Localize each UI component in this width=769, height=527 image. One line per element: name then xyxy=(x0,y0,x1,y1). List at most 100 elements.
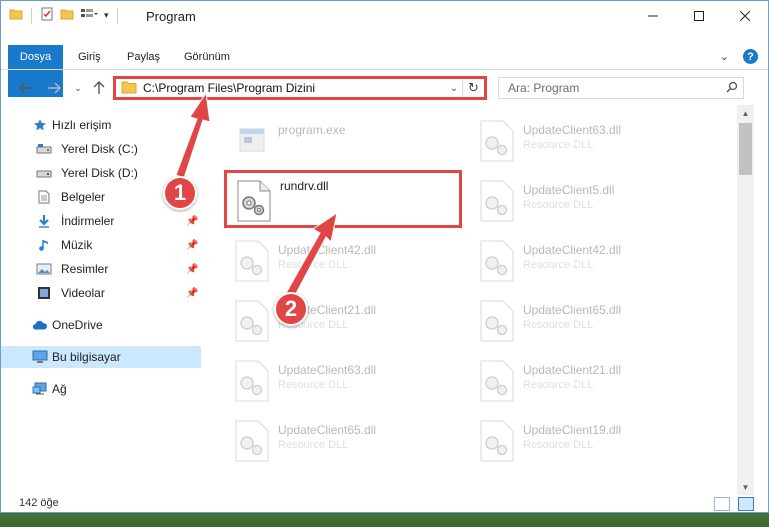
sidebar-item-local-disk-c[interactable]: Yerel Disk (C:) xyxy=(1,138,201,160)
file-description: Resource DLL xyxy=(523,139,594,151)
sidebar-item-label: Videolar xyxy=(61,286,105,300)
sidebar-item-label: Müzik xyxy=(61,238,93,252)
file-item[interactable]: UpdateClient65.dll Resource DLL xyxy=(471,293,701,345)
sidebar-item-label: Bu bilgisayar xyxy=(52,350,121,364)
toolbar-divider xyxy=(31,7,32,24)
sidebar-item-label: Yerel Disk (D:) xyxy=(61,166,138,180)
vertical-scrollbar[interactable]: ▲ ▼ xyxy=(737,105,754,495)
file-item[interactable]: UpdateClient63.dll Resource DLL xyxy=(471,113,701,165)
title-bar: ▾ Program xyxy=(1,1,768,31)
dll-gear-icon xyxy=(232,419,272,463)
sidebar-item-label: Resimler xyxy=(61,262,109,276)
view-options-icon[interactable] xyxy=(80,7,98,24)
forward-arrow-icon[interactable] xyxy=(43,77,65,99)
close-button[interactable] xyxy=(722,1,768,31)
dll-gear-icon xyxy=(477,119,517,163)
sidebar-item-label: Ağ xyxy=(52,382,67,396)
tab-view[interactable]: Görünüm xyxy=(178,45,236,69)
cloud-icon xyxy=(32,317,48,333)
dll-gear-icon xyxy=(232,299,272,343)
dll-gear-icon xyxy=(232,239,272,283)
sidebar-item-videos[interactable]: Videolar 📌 xyxy=(1,282,201,304)
ribbon-tabs: Dosya Giriş Paylaş Görünüm ⌄ ? xyxy=(1,45,768,97)
download-icon xyxy=(36,213,52,229)
step-1-badge: 1 xyxy=(163,176,197,210)
search-placeholder: Ara: Program xyxy=(508,81,580,95)
sidebar-item-onedrive[interactable]: OneDrive xyxy=(1,314,201,336)
pin-icon[interactable]: 📌 xyxy=(186,264,198,275)
file-item[interactable]: UpdateClient21.dll Resource DLL xyxy=(471,353,701,405)
file-item[interactable]: UpdateClient42.dll Resource DLL xyxy=(471,233,701,285)
pin-icon[interactable]: 📌 xyxy=(186,288,198,299)
file-item[interactable]: UpdateClient5.dll Resource DLL xyxy=(471,173,701,225)
details-view-icon[interactable] xyxy=(714,497,730,511)
file-item[interactable]: program.exe xyxy=(226,113,456,165)
scroll-thumb[interactable] xyxy=(739,123,752,175)
search-box[interactable]: Ara: Program xyxy=(498,77,744,99)
file-item[interactable]: UpdateClient63.dll Resource DLL xyxy=(226,353,456,405)
sidebar-item-this-pc[interactable]: Bu bilgisayar xyxy=(1,346,201,368)
sidebar-item-label: İndirmeler xyxy=(61,214,115,228)
new-folder-icon[interactable] xyxy=(60,7,74,24)
file-name: UpdateClient21.dll xyxy=(523,363,622,377)
ribbon-right-controls: ⌄ ? xyxy=(720,49,758,64)
address-dropdown-icon[interactable]: ⌄ xyxy=(446,83,462,94)
back-arrow-icon[interactable] xyxy=(15,77,37,99)
minimize-button[interactable] xyxy=(630,1,676,31)
tab-share[interactable]: Paylaş xyxy=(121,45,166,69)
tab-home[interactable]: Giriş xyxy=(72,45,107,69)
window-controls xyxy=(630,1,768,31)
view-toggle xyxy=(714,497,754,511)
window-title: Program xyxy=(146,9,196,24)
pin-icon[interactable]: 📌 xyxy=(186,240,198,251)
explorer-window: ▾ Program Dosya Giriş Paylaş Görünüm ⌄ ? xyxy=(0,0,769,513)
file-item[interactable]: UpdateClient65.dll Resource DLL xyxy=(226,413,456,465)
address-bar[interactable]: C:\Program Files\Program Dizini ⌄ ↻ xyxy=(113,76,487,100)
file-description: Resource DLL xyxy=(523,199,594,211)
file-description: Resource DLL xyxy=(523,379,594,391)
search-icon[interactable] xyxy=(721,81,743,96)
sidebar-item-downloads[interactable]: İndirmeler 📌 xyxy=(1,210,201,232)
file-name: UpdateClient65.dll xyxy=(523,303,622,317)
pin-icon[interactable]: 📌 xyxy=(186,216,198,227)
file-item[interactable]: UpdateClient42.dll Resource DLL xyxy=(226,233,456,285)
network-icon xyxy=(32,381,48,397)
help-icon[interactable]: ? xyxy=(743,49,758,64)
sidebar-item-music[interactable]: Müzik 📌 xyxy=(1,234,201,256)
maximize-button[interactable] xyxy=(676,1,722,31)
sidebar-item-label: OneDrive xyxy=(52,318,103,332)
dll-gear-icon xyxy=(232,359,272,403)
file-description: Resource DLL xyxy=(278,439,349,451)
file-item[interactable]: UpdateClient21.dll Resource DLL xyxy=(226,293,456,345)
large-icons-view-icon[interactable] xyxy=(738,497,754,511)
file-name: UpdateClient63.dll xyxy=(278,363,377,377)
refresh-icon[interactable]: ↻ xyxy=(462,79,484,97)
recent-locations-icon[interactable]: ⌄ xyxy=(67,77,89,99)
file-name: UpdateClient42.dll xyxy=(278,243,377,257)
sidebar-item-quick-access[interactable]: Hızlı erişim xyxy=(1,114,201,136)
sidebar-item-network[interactable]: Ağ xyxy=(1,378,201,400)
properties-icon[interactable] xyxy=(40,7,54,24)
dll-gear-icon xyxy=(477,299,517,343)
item-count: 142 öğe xyxy=(19,497,59,509)
navigation-pane: Hızlı erişim Yerel Disk (C:) Yerel Disk … xyxy=(1,109,206,495)
drive-icon xyxy=(36,141,52,157)
dll-gear-icon xyxy=(477,359,517,403)
customize-toolbar-icon[interactable]: ▾ xyxy=(104,10,109,21)
folder-icon[interactable] xyxy=(9,7,23,24)
dll-gear-icon xyxy=(477,239,517,283)
file-description: Resource DLL xyxy=(523,319,594,331)
computer-icon xyxy=(32,349,48,365)
file-name: UpdateClient63.dll xyxy=(523,123,622,137)
scroll-up-icon[interactable]: ▲ xyxy=(737,105,754,121)
scroll-down-icon[interactable]: ▼ xyxy=(737,479,754,495)
up-arrow-icon[interactable] xyxy=(88,77,110,99)
folder-icon xyxy=(121,80,137,97)
file-name: UpdateClient65.dll xyxy=(278,423,377,437)
toolbar-divider xyxy=(116,7,118,24)
file-item[interactable]: UpdateClient19.dll Resource DLL xyxy=(471,413,701,465)
address-path: C:\Program Files\Program Dizini xyxy=(143,81,316,95)
sidebar-item-pictures[interactable]: Resimler 📌 xyxy=(1,258,201,280)
status-bar: 142 öğe xyxy=(1,495,768,512)
expand-ribbon-icon[interactable]: ⌄ xyxy=(720,50,729,63)
